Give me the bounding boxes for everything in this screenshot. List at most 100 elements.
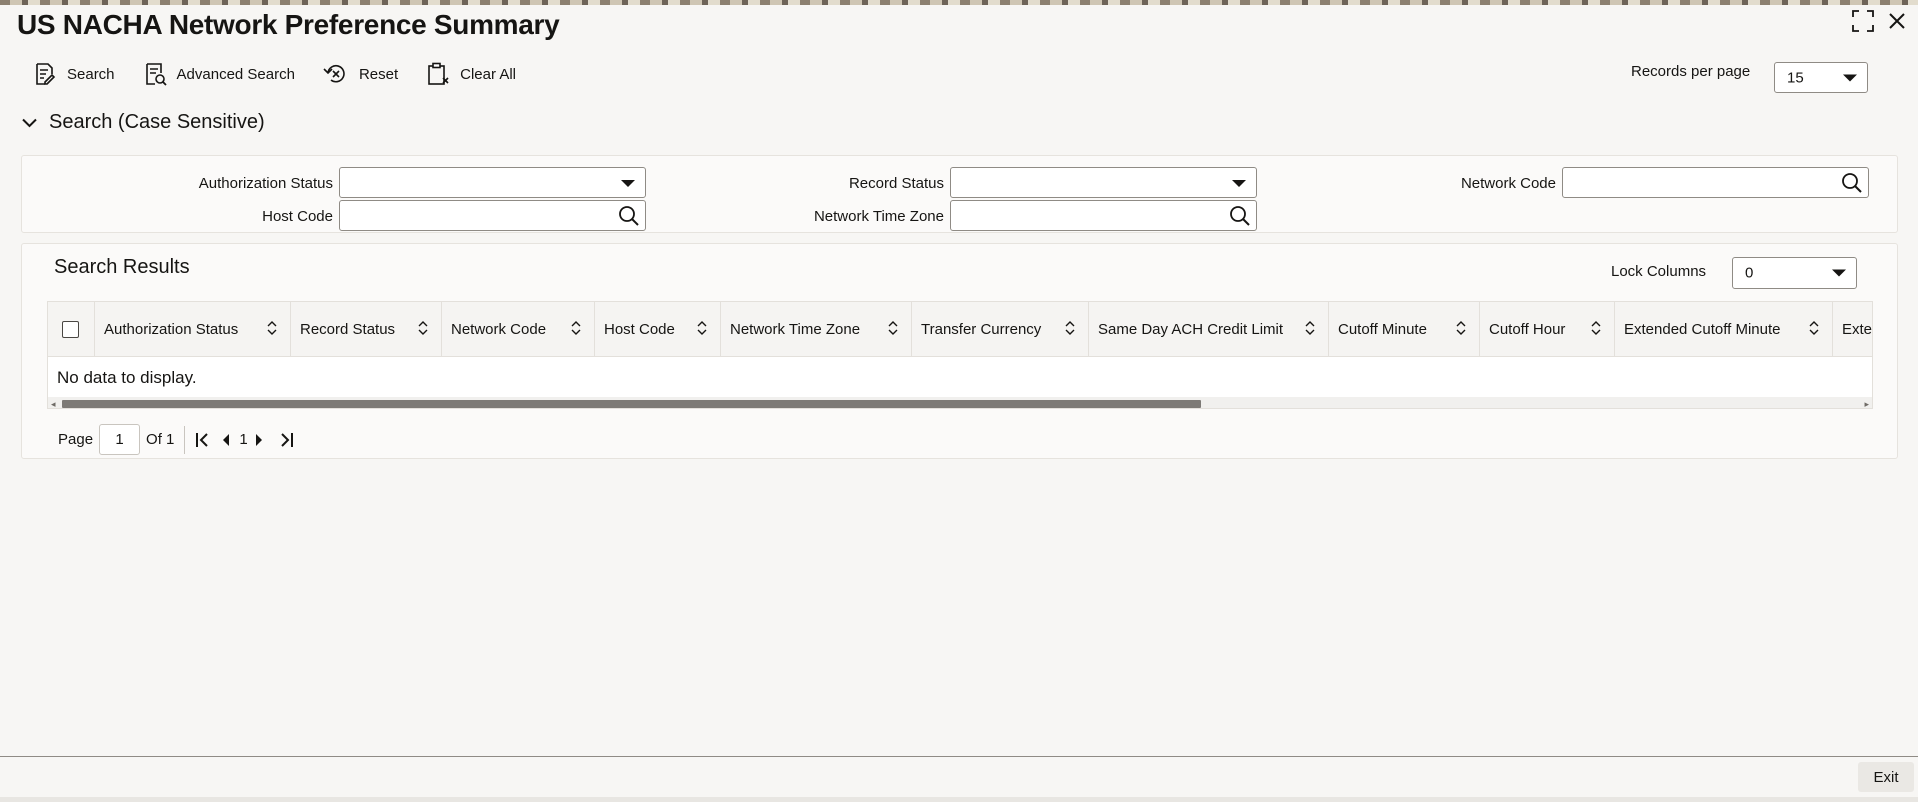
page-number-value: 1 <box>115 431 124 448</box>
column-header-extended-cutoff-minute[interactable]: Extended Cutoff Minute <box>1615 302 1833 356</box>
select-all-cell <box>48 302 95 356</box>
column-header-label: Network Time Zone <box>730 320 861 338</box>
sort-icon[interactable] <box>1304 321 1316 339</box>
column-header-label: Network Code <box>451 320 547 338</box>
sort-icon[interactable] <box>1590 321 1602 339</box>
network-time-zone-label: Network Time Zone <box>813 208 944 225</box>
pager-divider <box>184 425 186 454</box>
authorization-status-select[interactable] <box>339 167 646 198</box>
close-icon[interactable] <box>1888 12 1906 34</box>
results-table: Authorization Status Record Status Netwo… <box>47 301 1873 409</box>
column-header-host-code[interactable]: Host Code <box>595 302 721 356</box>
column-header-cutoff-minute[interactable]: Cutoff Minute <box>1329 302 1480 356</box>
lock-columns-select[interactable]: 0 <box>1732 257 1857 289</box>
column-header-label: Same Day ACH Credit Limit <box>1098 320 1284 338</box>
chevron-down-icon <box>1843 74 1857 81</box>
pagination: Page 1 Of 1 1 <box>58 424 294 455</box>
table-header-row: Authorization Status Record Status Netwo… <box>48 302 1873 357</box>
advanced-search-button[interactable]: Advanced Search <box>143 62 295 86</box>
network-time-zone-input[interactable] <box>950 200 1257 231</box>
sort-icon[interactable] <box>266 321 278 339</box>
host-code-input[interactable] <box>339 200 646 231</box>
page-label: Page <box>58 431 94 448</box>
records-per-page-select[interactable]: 15 <box>1774 62 1868 93</box>
toolbar: Search Advanced Search Reset Clear All <box>33 62 544 86</box>
footer-divider <box>0 756 1918 757</box>
column-header-record-status[interactable]: Record Status <box>291 302 442 356</box>
search-icon[interactable] <box>1229 205 1251 231</box>
host-code-label: Host Code <box>262 208 333 225</box>
sort-icon[interactable] <box>1808 321 1820 339</box>
record-status-select[interactable] <box>950 167 1257 198</box>
lock-columns-value: 0 <box>1745 264 1754 282</box>
search-icon[interactable] <box>1841 172 1863 198</box>
column-header-label: Host Code <box>604 320 675 338</box>
horizontal-scrollbar[interactable]: ◂ ▸ <box>48 397 1872 408</box>
current-page-number[interactable]: 1 <box>239 431 247 448</box>
page-title: US NACHA Network Preference Summary <box>17 9 560 40</box>
search-button-label: Search <box>67 65 115 83</box>
search-section-title: Search (Case Sensitive) <box>49 111 265 133</box>
search-section-toggle[interactable]: Search (Case Sensitive) <box>22 111 265 134</box>
bottom-band <box>0 797 1918 802</box>
first-page-icon[interactable] <box>195 432 209 448</box>
page-number-input[interactable]: 1 <box>99 424 141 455</box>
network-code-label: Network Code <box>1460 175 1556 192</box>
search-criteria-panel: Authorization Status Host Code Record St… <box>21 155 1898 233</box>
advanced-search-button-label: Advanced Search <box>176 65 295 83</box>
column-header-same-day-ach-credit-limit[interactable]: Same Day ACH Credit Limit <box>1089 302 1329 356</box>
column-header-network-code[interactable]: Network Code <box>442 302 595 356</box>
search-results-title: Search Results <box>54 256 190 278</box>
sort-icon[interactable] <box>1455 321 1467 339</box>
search-icon[interactable] <box>618 205 640 231</box>
chevron-down-icon <box>1232 180 1246 187</box>
column-header-label: Exten <box>1842 320 1873 338</box>
exit-button[interactable]: Exit <box>1858 762 1914 792</box>
top-decorative-strip <box>0 0 1918 5</box>
scrollbar-thumb[interactable] <box>62 400 1201 408</box>
advanced-search-icon <box>143 62 167 86</box>
next-page-icon[interactable] <box>254 433 264 447</box>
clear-all-button-label: Clear All <box>460 65 516 83</box>
column-header-label: Cutoff Hour <box>1489 320 1566 338</box>
lock-columns-label: Lock Columns <box>1611 263 1707 280</box>
reset-button-label: Reset <box>358 65 399 83</box>
records-per-page-label: Records per page <box>1631 63 1751 80</box>
reset-button[interactable]: Reset <box>323 62 398 86</box>
column-header-transfer-currency[interactable]: Transfer Currency <box>912 302 1089 356</box>
scroll-right-icon[interactable]: ▸ <box>1864 399 1869 408</box>
column-header-extended-cutoff-hour[interactable]: Exten <box>1833 302 1873 356</box>
page-of-label: Of 1 <box>146 431 175 448</box>
network-code-input[interactable] <box>1562 167 1869 198</box>
search-doc-icon <box>33 62 57 86</box>
select-all-checkbox[interactable] <box>62 320 79 338</box>
maximize-icon[interactable] <box>1852 10 1874 36</box>
column-header-label: Authorization Status <box>104 320 239 338</box>
column-header-label: Record Status <box>300 320 396 338</box>
column-header-label: Transfer Currency <box>921 320 1042 338</box>
clipboard-clear-icon <box>426 62 450 86</box>
sort-icon[interactable] <box>1064 321 1076 339</box>
column-header-authorization-status[interactable]: Authorization Status <box>95 302 291 356</box>
chevron-down-icon <box>1832 269 1846 277</box>
sort-icon[interactable] <box>887 321 899 339</box>
sort-icon[interactable] <box>696 321 708 339</box>
window-controls <box>1852 10 1906 36</box>
no-data-message: No data to display. <box>57 368 197 387</box>
reset-icon <box>323 62 349 86</box>
search-button[interactable]: Search <box>33 62 115 86</box>
authorization-status-label: Authorization Status <box>198 175 333 192</box>
sort-icon[interactable] <box>570 321 582 339</box>
last-page-icon[interactable] <box>280 432 294 448</box>
sort-icon[interactable] <box>417 321 429 339</box>
column-header-label: Cutoff Minute <box>1338 320 1427 338</box>
column-header-label: Extended Cutoff Minute <box>1624 320 1781 338</box>
chevron-down-icon <box>621 180 635 187</box>
clear-all-button[interactable]: Clear All <box>426 62 516 86</box>
chevron-down-icon <box>22 111 37 134</box>
record-status-label: Record Status <box>848 175 944 192</box>
column-header-network-time-zone[interactable]: Network Time Zone <box>721 302 912 356</box>
previous-page-icon[interactable] <box>221 433 231 447</box>
column-header-cutoff-hour[interactable]: Cutoff Hour <box>1480 302 1615 356</box>
scroll-left-icon[interactable]: ◂ <box>51 399 56 408</box>
